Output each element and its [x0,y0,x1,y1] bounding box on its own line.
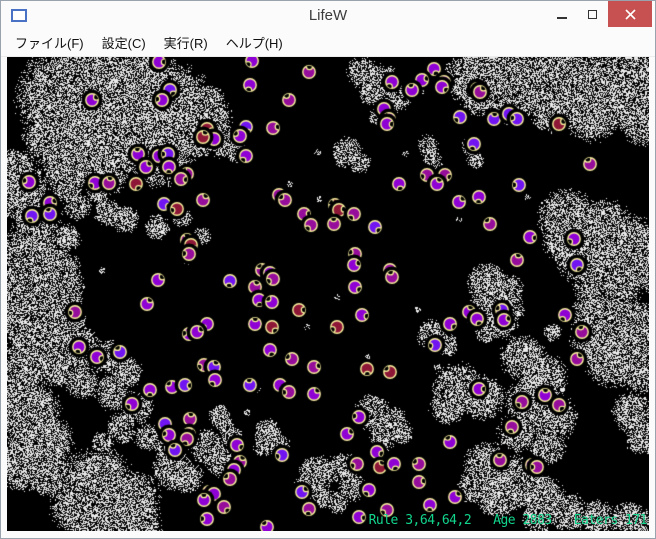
minimize-button[interactable] [546,1,577,27]
life-canvas[interactable] [7,57,649,531]
app-window: LifeW ファイル(F) 設定(C) 実行(R) ヘルプ(H) Rule 3,… [0,0,656,539]
title-bar: LifeW [1,1,655,31]
close-button[interactable] [608,1,652,27]
caption-buttons [546,1,652,27]
minimize-icon [557,17,567,19]
menu-file[interactable]: ファイル(F) [6,31,93,56]
menu-run[interactable]: 実行(R) [155,31,217,56]
menu-help[interactable]: ヘルプ(H) [217,31,292,56]
maximize-icon [588,10,597,19]
client-area: Rule 3,64,64,2 Age 2883 Eaters 171 [7,57,649,531]
close-icon [625,9,636,20]
menu-bar: ファイル(F) 設定(C) 実行(R) ヘルプ(H) [1,31,655,57]
maximize-button[interactable] [577,1,608,27]
menu-settings[interactable]: 設定(C) [93,31,155,56]
